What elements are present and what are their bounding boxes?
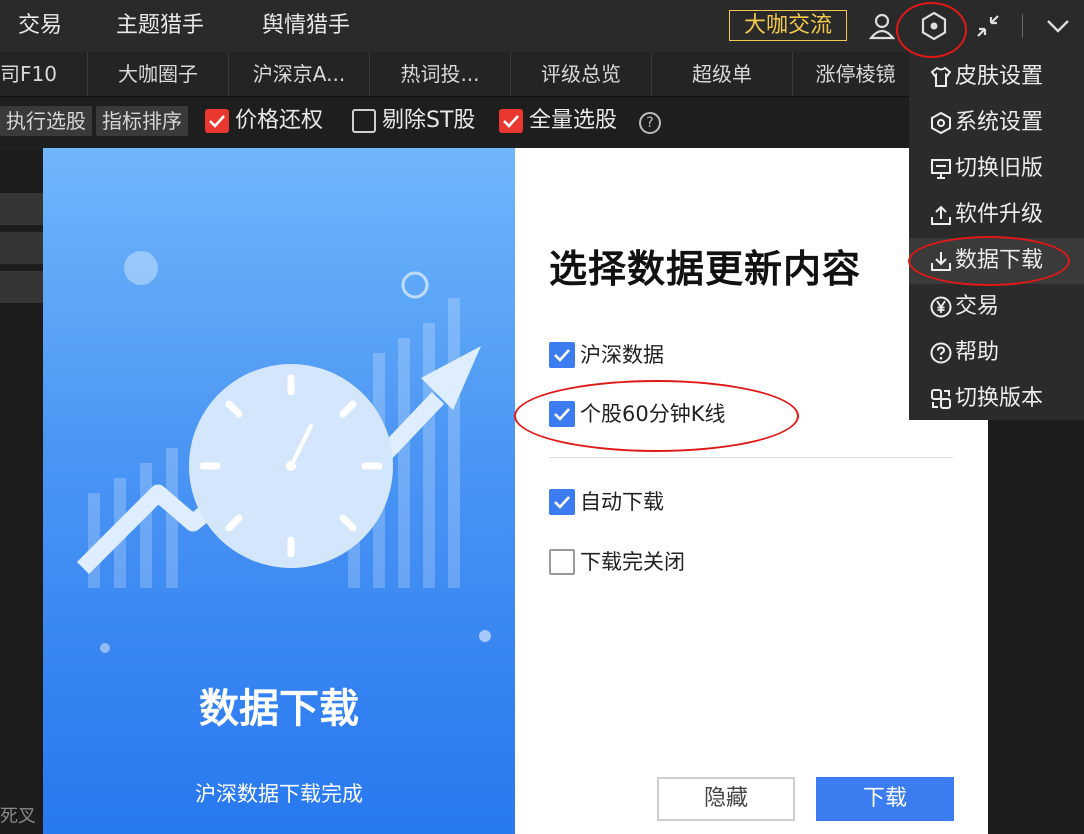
menu-item-label: 切换版本 (955, 386, 1044, 411)
yen-icon (930, 296, 952, 318)
monitor-icon (931, 159, 951, 179)
download-status-text: 沪深数据下载完成 (195, 782, 363, 806)
price-adjust-checkbox[interactable] (205, 109, 229, 133)
illustration-title: 数据下载 (199, 686, 359, 732)
exclude-st-label: 剔除ST股 (382, 108, 476, 133)
menu-item-skin-settings[interactable]: 皮肤设置 (909, 54, 1084, 100)
option-checkbox[interactable] (549, 342, 575, 368)
background-status-text: 死叉 (0, 806, 36, 827)
indicator-sort-button[interactable]: 指标排序 (96, 106, 188, 136)
settings-hexagon-icon[interactable] (918, 10, 950, 42)
option-label: 下载完关闭 (580, 550, 685, 574)
top-bar: 交易 主题猎手 舆情猎手 大咖交流 (0, 0, 1084, 52)
menu-item-label: 帮助 (955, 340, 1000, 365)
full-screening-label: 全量选股 (529, 108, 618, 133)
menu-item-label: 切换旧版 (955, 156, 1044, 181)
menu-item-label: 软件升级 (955, 202, 1044, 227)
menu-item-switch-version[interactable]: 切换版本 (909, 376, 1084, 422)
exclude-st-checkbox[interactable] (352, 109, 376, 133)
tab-super-order[interactable]: 超级单 (652, 52, 793, 96)
download-button[interactable]: 下载 (816, 777, 954, 821)
nav-theme-hunter[interactable]: 主题猎手 (116, 0, 204, 52)
tab-company-f10[interactable]: 司F10 (0, 52, 88, 96)
price-adjust-label: 价格还权 (235, 108, 324, 133)
execute-screening-button[interactable]: 执行选股 (0, 106, 92, 136)
nav-sentiment-hunter[interactable]: 舆情猎手 (262, 0, 350, 52)
tab-hot-words[interactable]: 热词投... (370, 52, 511, 96)
menu-item-label: 系统设置 (955, 110, 1044, 135)
expert-exchange-badge[interactable]: 大咖交流 (729, 10, 847, 41)
background-row (0, 232, 44, 264)
download-icon (931, 252, 951, 271)
background-row (0, 193, 44, 225)
hexagon-gear-icon (931, 111, 951, 135)
tab-shsz-a[interactable]: 沪深京A... (229, 52, 370, 96)
menu-item-system-settings[interactable]: 系统设置 (909, 100, 1084, 146)
menu-item-label: 数据下载 (955, 248, 1044, 273)
options-divider (549, 457, 953, 458)
option-label: 沪深数据 (580, 343, 664, 367)
menu-item-data-download[interactable]: 数据下载 (909, 238, 1084, 284)
help-icon[interactable]: ? (639, 112, 661, 134)
tab-rating-overview[interactable]: 评级总览 (511, 52, 652, 96)
data-download-dialog: 数据下载 沪深数据下载完成 选择数据更新内容 沪深数据 个股60分钟K线 自动下… (43, 148, 988, 834)
option-label: 个股60分钟K线 (580, 402, 726, 426)
hide-button[interactable]: 隐藏 (657, 777, 795, 821)
shirt-icon (930, 66, 952, 87)
option-label: 自动下载 (580, 490, 664, 514)
upload-icon (931, 205, 951, 225)
background-row (0, 271, 44, 303)
full-screening-checkbox[interactable] (499, 109, 523, 133)
menu-item-switch-old-version[interactable]: 切换旧版 (909, 146, 1084, 192)
menu-item-label: 皮肤设置 (955, 64, 1044, 89)
switch-icon (931, 389, 951, 409)
chevron-down-icon[interactable] (1042, 10, 1074, 42)
dialog-title: 选择数据更新内容 (549, 247, 862, 291)
option-checkbox[interactable] (549, 401, 575, 427)
menu-item-help[interactable]: 帮助 (909, 330, 1084, 376)
clock-chart-illustration (76, 251, 491, 653)
user-icon[interactable] (866, 10, 898, 42)
option-checkbox[interactable] (549, 489, 575, 515)
menu-item-trade[interactable]: 交易 (909, 284, 1084, 330)
dialog-illustration-panel: 数据下载 沪深数据下载完成 (43, 148, 515, 834)
minimize-icon[interactable] (972, 10, 1004, 42)
help-icon (930, 342, 952, 364)
tab-limit-up-prism[interactable]: 涨停棱镜 (793, 52, 919, 96)
option-checkbox[interactable] (549, 549, 575, 575)
toolbar-divider (1022, 14, 1023, 38)
settings-dropdown-menu: 皮肤设置 系统设置 切换旧版 软件升级 数据下载 交易 帮助 切换版本 (909, 52, 1084, 420)
nav-trade[interactable]: 交易 (18, 0, 62, 52)
tab-expert-circle[interactable]: 大咖圈子 (88, 52, 229, 96)
menu-item-label: 交易 (955, 294, 1000, 319)
menu-item-software-upgrade[interactable]: 软件升级 (909, 192, 1084, 238)
